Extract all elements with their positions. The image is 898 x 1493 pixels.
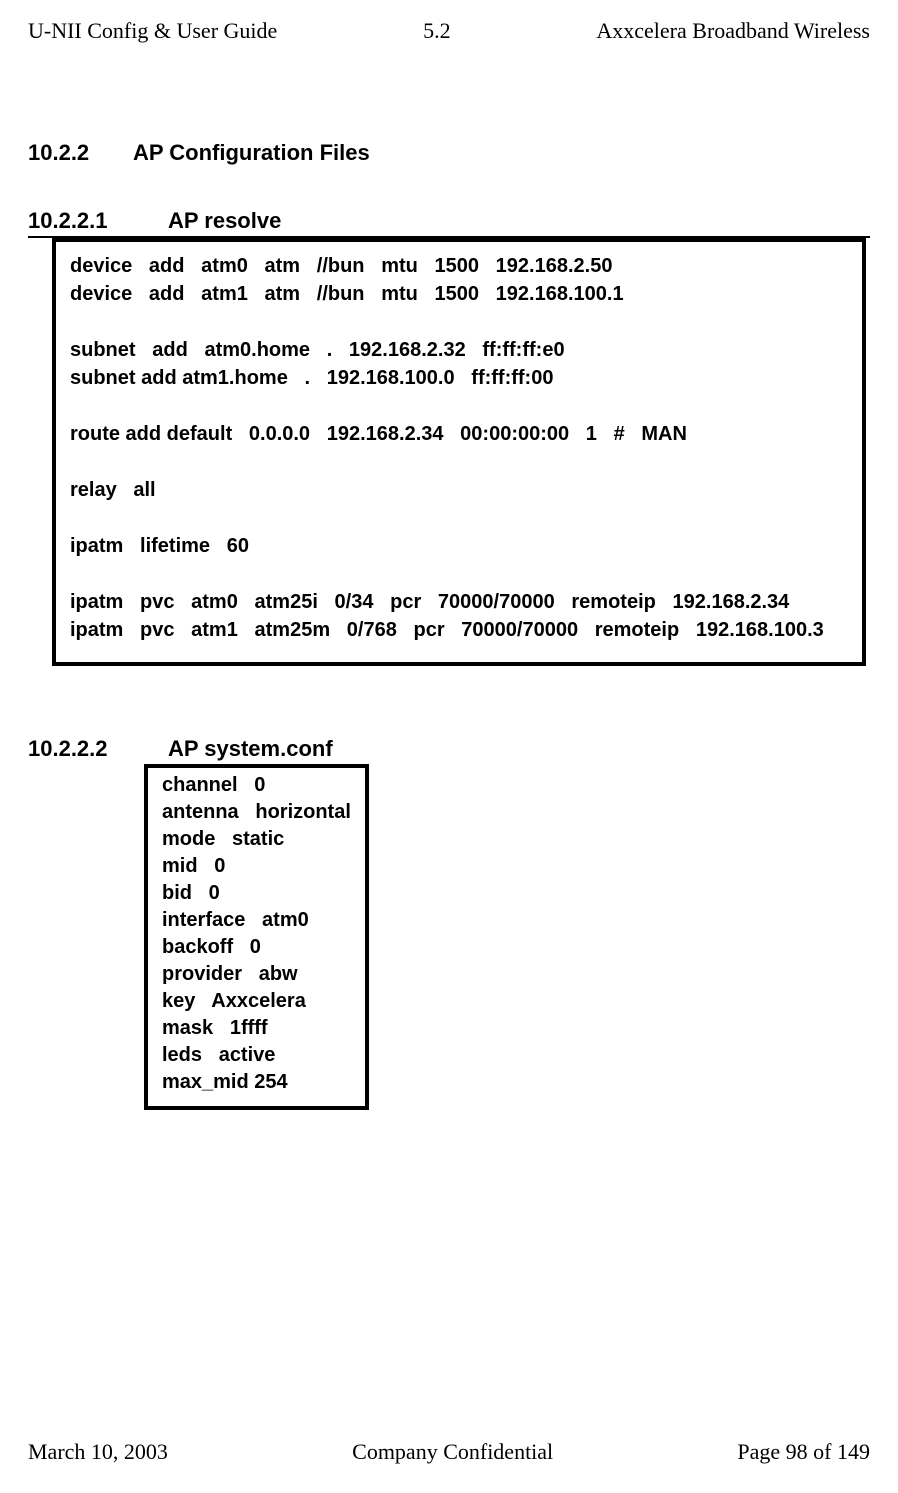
subsection-heading-ap-resolve: 10.2.2.1AP resolve bbox=[28, 208, 870, 238]
page-header: U-NII Config & User Guide 5.2 Axxcelera … bbox=[28, 18, 870, 44]
subsection-title: AP resolve bbox=[168, 208, 281, 233]
section-heading: 10.2.2AP Configuration Files bbox=[28, 140, 870, 166]
footer-confidential: Company Confidential bbox=[352, 1439, 553, 1465]
footer-page-number: Page 98 of 149 bbox=[737, 1439, 870, 1465]
code-box-ap-resolve: device add atm0 atm //bun mtu 1500 192.1… bbox=[52, 238, 866, 666]
header-doc-title: U-NII Config & User Guide bbox=[28, 18, 277, 44]
section-number: 10.2.2 bbox=[28, 140, 133, 166]
footer-date: March 10, 2003 bbox=[28, 1439, 168, 1465]
subsection-title: AP system.conf bbox=[168, 736, 333, 761]
subsection-number: 10.2.2.2 bbox=[28, 736, 168, 762]
page-footer: March 10, 2003 Company Confidential Page… bbox=[28, 1439, 870, 1465]
subsection-number: 10.2.2.1 bbox=[28, 208, 168, 234]
code-box-ap-systemconf: channel 0 antenna horizontal mode static… bbox=[144, 764, 369, 1110]
header-version: 5.2 bbox=[423, 18, 451, 44]
header-company: Axxcelera Broadband Wireless bbox=[596, 18, 870, 44]
section-title: AP Configuration Files bbox=[133, 140, 370, 165]
subsection-heading-ap-systemconf: 10.2.2.2AP system.conf bbox=[28, 736, 870, 762]
